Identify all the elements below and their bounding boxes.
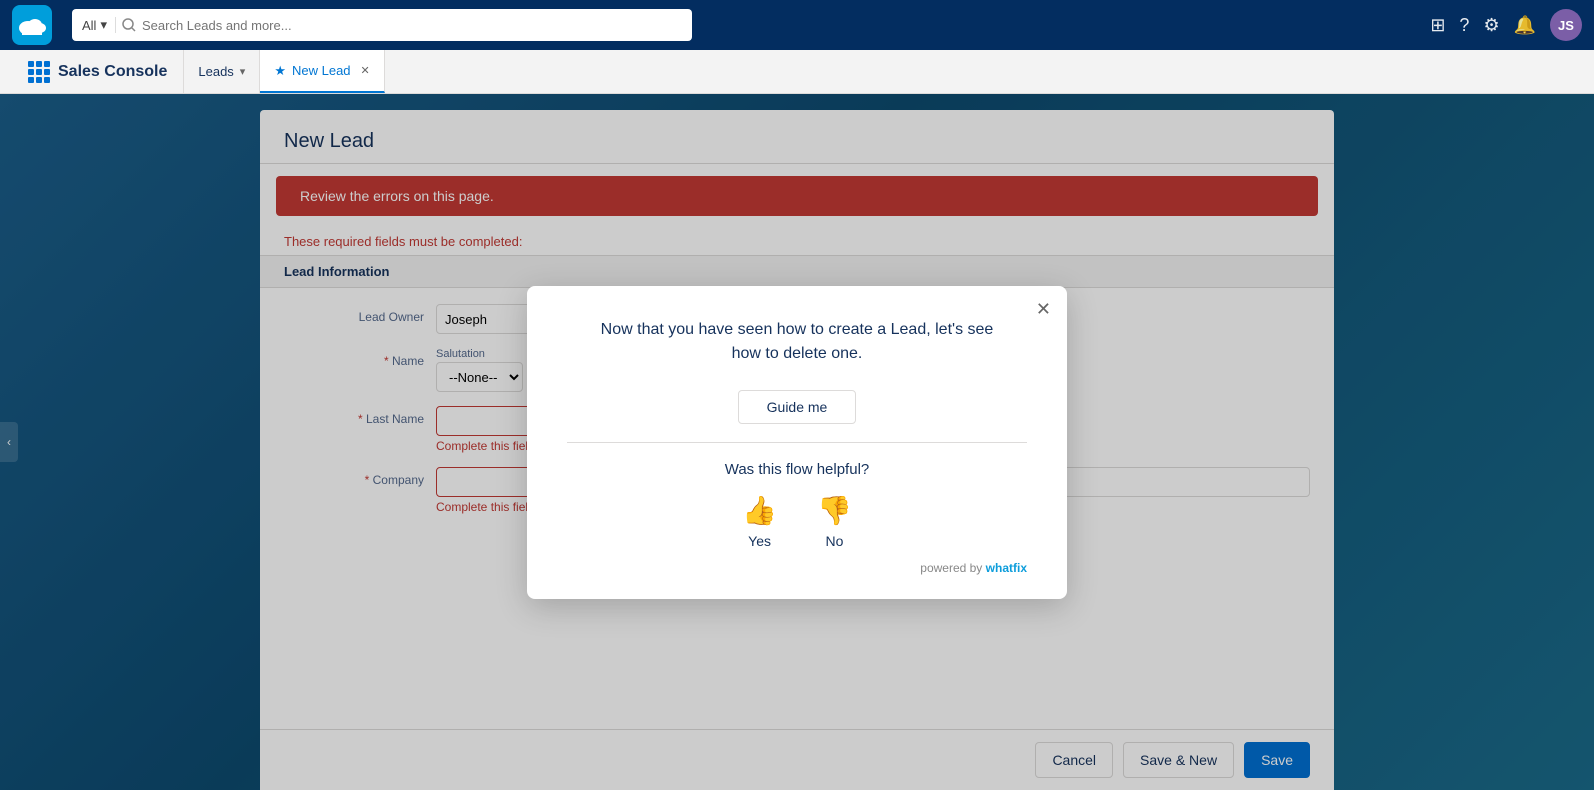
whatfix-modal: ✕ Now that you have seen how to create a… [527,286,1067,599]
nav-help-icon[interactable]: ? [1459,15,1469,36]
tab-bar: Sales Console Leads ▾ ★ New Lead ✕ [0,50,1594,94]
salesforce-logo [12,5,52,45]
nav-icons: ⊞ ? ⚙ 🔔 JS [1430,9,1582,41]
no-label: No [825,533,843,549]
dropdown-arrow-icon: ▾ [100,17,107,33]
tab-new-lead[interactable]: ★ New Lead ✕ [260,50,384,93]
tab-star-icon: ★ [274,63,286,79]
grid-icon [28,61,50,83]
modal-overlay: ✕ Now that you have seen how to create a… [0,94,1594,790]
powered-by: powered by whatfix [567,561,1027,575]
main-area: ‹ New Lead Review the errors on this pag… [0,94,1594,790]
nav-add-icon[interactable]: ⊞ [1430,15,1445,36]
thumbs-up-button[interactable]: 👍 Yes [742,494,777,549]
top-nav: All ▾ ⊞ ? ⚙ 🔔 JS [0,0,1594,50]
modal-title: Now that you have seen how to create a L… [567,318,1027,366]
yes-label: Yes [748,533,771,549]
search-dropdown-label: All [82,18,96,33]
modal-divider [567,442,1027,443]
modal-close-button[interactable]: ✕ [1036,300,1051,318]
nav-settings-icon[interactable]: ⚙ [1483,15,1499,36]
helpful-buttons: 👍 Yes 👎 No [567,494,1027,549]
tab-leads-dropdown-icon: ▾ [240,65,246,78]
tab-new-lead-label: New Lead [292,63,351,78]
guide-me-button[interactable]: Guide me [738,390,857,424]
search-input[interactable] [142,18,682,33]
thumbs-down-icon: 👎 [817,494,852,527]
avatar[interactable]: JS [1550,9,1582,41]
app-title: Sales Console [12,50,184,93]
search-icon [122,18,136,32]
tab-leads[interactable]: Leads ▾ [184,50,260,93]
whatfix-brand: whatfix [986,561,1027,575]
search-bar: All ▾ [72,9,692,41]
search-dropdown[interactable]: All ▾ [82,17,116,33]
helpful-section: Was this flow helpful? 👍 Yes 👎 No powere… [567,461,1027,575]
nav-bell-icon[interactable]: 🔔 [1514,15,1536,36]
helpful-question: Was this flow helpful? [567,461,1027,478]
thumbs-up-icon: 👍 [742,494,777,527]
thumbs-down-button[interactable]: 👎 No [817,494,852,549]
tab-close-icon[interactable]: ✕ [361,64,370,77]
tab-leads-label: Leads [198,64,233,79]
